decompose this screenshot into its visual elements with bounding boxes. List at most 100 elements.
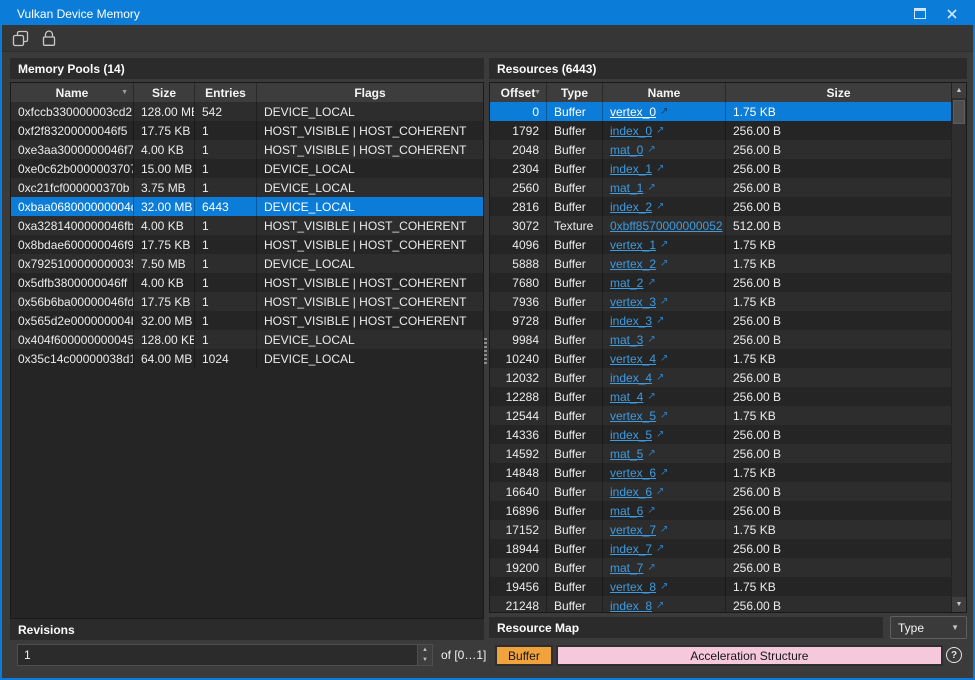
resource-link[interactable]: index_2	[610, 200, 652, 214]
scrollbar-track[interactable]	[952, 98, 966, 597]
resource-link[interactable]: index_3	[610, 314, 652, 328]
table-row[interactable]: 4096Buffervertex_1↗1.75 KB	[490, 235, 951, 254]
table-row[interactable]: 12544Buffervertex_5↗1.75 KB	[490, 406, 951, 425]
table-row[interactable]: 9984Buffermat_3↗256.00 B	[490, 330, 951, 349]
table-row[interactable]: 12032Bufferindex_4↗256.00 B	[490, 368, 951, 387]
table-row[interactable]: 2560Buffermat_1↗256.00 B	[490, 178, 951, 197]
table-row[interactable]: 17152Buffervertex_7↗1.75 KB	[490, 520, 951, 539]
memory-pools-header: Memory Pools (14)	[10, 58, 484, 79]
resource-link[interactable]: vertex_8	[610, 580, 656, 594]
table-row[interactable]: 7680Buffermat_2↗256.00 B	[490, 273, 951, 292]
help-icon[interactable]: ?	[946, 647, 962, 663]
table-row[interactable]: 14848Buffervertex_6↗1.75 KB	[490, 463, 951, 482]
resource-link[interactable]: index_0	[610, 124, 652, 138]
resource-link[interactable]: vertex_3	[610, 295, 656, 309]
table-row[interactable]: 0x8bdae600000046f917.75 KB1HOST_VISIBLE …	[11, 235, 483, 254]
table-row[interactable]: 9728Bufferindex_3↗256.00 B	[490, 311, 951, 330]
resource-link[interactable]: index_5	[610, 428, 652, 442]
resource-link[interactable]: index_7	[610, 542, 652, 556]
column-header-size[interactable]: Size	[134, 83, 195, 102]
table-row[interactable]: 14592Buffermat_5↗256.00 B	[490, 444, 951, 463]
table-row[interactable]: 12288Buffermat_4↗256.00 B	[490, 387, 951, 406]
spinner-down-icon[interactable]: ▼	[418, 655, 432, 665]
resource-link[interactable]: vertex_6	[610, 466, 656, 480]
resource-link[interactable]: index_6	[610, 485, 652, 499]
column-header-resource-name[interactable]: Name	[603, 83, 726, 102]
lock-icon[interactable]	[40, 29, 58, 47]
resource-link[interactable]: mat_5	[610, 447, 643, 461]
segment-buffer[interactable]: Buffer	[495, 645, 553, 666]
table-row[interactable]: 0x565d2e000000004b32.00 MB1HOST_VISIBLE …	[11, 311, 483, 330]
resource-link[interactable]: mat_4	[610, 390, 643, 404]
resource-link[interactable]: vertex_7	[610, 523, 656, 537]
resources-header: Resources (6443)	[489, 58, 967, 79]
panel-splitter[interactable]	[482, 82, 489, 619]
table-row[interactable]: 2304Bufferindex_1↗256.00 B	[490, 159, 951, 178]
resource-link[interactable]: mat_7	[610, 561, 643, 575]
type-dropdown[interactable]: Type ▼	[890, 616, 967, 639]
resource-link[interactable]: index_8	[610, 599, 652, 613]
column-header-resource-size[interactable]: Size	[726, 83, 951, 102]
table-row[interactable]: 2048Buffermat_0↗256.00 B	[490, 140, 951, 159]
titlebar[interactable]: Vulkan Device Memory	[2, 2, 973, 25]
table-row[interactable]: 2816Bufferindex_2↗256.00 B	[490, 197, 951, 216]
resource-link[interactable]: vertex_4	[610, 352, 656, 366]
table-row[interactable]: 1792Bufferindex_0↗256.00 B	[490, 121, 951, 140]
table-row[interactable]: 21248Bufferindex_8↗256.00 B	[490, 596, 951, 612]
scroll-up-icon[interactable]: ▲	[952, 83, 966, 98]
resource-link[interactable]: vertex_2	[610, 257, 656, 271]
table-row[interactable]: 0xf2f83200000046f517.75 KB1HOST_VISIBLE …	[11, 121, 483, 140]
resource-link[interactable]: index_1	[610, 162, 652, 176]
table-row[interactable]: 5888Buffervertex_2↗1.75 KB	[490, 254, 951, 273]
revisions-header: Revisions	[10, 619, 484, 640]
table-row[interactable]: 0x56b6ba00000046fd17.75 KB1HOST_VISIBLE …	[11, 292, 483, 311]
table-row[interactable]: 0x404f600000000045128.00 KB1DEVICE_LOCAL	[11, 330, 483, 349]
spinner-up-icon[interactable]: ▲	[418, 645, 432, 655]
resource-link[interactable]: 0xbff8570000000052	[610, 219, 723, 233]
table-row[interactable]: 0x35c14c00000038d164.00 MB1024DEVICE_LOC…	[11, 349, 483, 368]
table-row[interactable]: 0xe0c62b000000370715.00 MB1DEVICE_LOCAL	[11, 159, 483, 178]
table-row[interactable]: 16640Bufferindex_6↗256.00 B	[490, 482, 951, 501]
table-row[interactable]: 18944Bufferindex_7↗256.00 B	[490, 539, 951, 558]
resource-link[interactable]: vertex_1	[610, 238, 656, 252]
table-row[interactable]: 14336Bufferindex_5↗256.00 B	[490, 425, 951, 444]
table-row[interactable]: 0xc21fcf000000370b3.75 MB1DEVICE_LOCAL	[11, 178, 483, 197]
column-header-entries[interactable]: Entries	[195, 83, 257, 102]
scroll-down-icon[interactable]: ▼	[952, 597, 966, 612]
float-window-icon[interactable]	[913, 7, 927, 21]
resource-link[interactable]: mat_3	[610, 333, 643, 347]
resource-link[interactable]: mat_2	[610, 276, 643, 290]
resource-link[interactable]: vertex_0	[610, 105, 656, 119]
resource-link[interactable]: mat_6	[610, 504, 643, 518]
revision-value[interactable]: 1	[18, 648, 417, 662]
table-row[interactable]: 0xbaa068000000004d32.00 MB6443DEVICE_LOC…	[11, 197, 483, 216]
column-header-offset[interactable]: Offset▼	[490, 83, 547, 102]
revisions-title: Revisions	[18, 623, 75, 637]
table-row[interactable]: 16896Buffermat_6↗256.00 B	[490, 501, 951, 520]
goto-resource-arrow-icon: ↗	[660, 258, 668, 269]
table-row[interactable]: 7936Buffervertex_3↗1.75 KB	[490, 292, 951, 311]
close-icon[interactable]	[945, 7, 959, 21]
column-header-flags[interactable]: Flags	[257, 83, 483, 102]
table-row[interactable]: 0x79251000000000357.50 MB1DEVICE_LOCAL	[11, 254, 483, 273]
resource-link[interactable]: index_4	[610, 371, 652, 385]
table-row[interactable]: 0xe3aa3000000046f74.00 KB1HOST_VISIBLE |…	[11, 140, 483, 159]
table-row[interactable]: 0x5dfb3800000046ff4.00 KB1HOST_VISIBLE |…	[11, 273, 483, 292]
column-header-type[interactable]: Type	[547, 83, 603, 102]
segment-acceleration-structure[interactable]: Acceleration Structure	[556, 645, 943, 666]
resource-link[interactable]: mat_0	[610, 143, 643, 157]
revision-spinner[interactable]: 1 ▲ ▼	[17, 644, 433, 666]
table-row[interactable]: 10240Buffervertex_4↗1.75 KB	[490, 349, 951, 368]
table-row[interactable]: 0Buffervertex_0↗1.75 KB	[490, 102, 951, 121]
table-row[interactable]: 0xa3281400000046fb4.00 KB1HOST_VISIBLE |…	[11, 216, 483, 235]
vertical-scrollbar[interactable]: ▲ ▼	[951, 83, 966, 612]
column-header-name[interactable]: Name▼	[11, 83, 134, 102]
resource-link[interactable]: vertex_5	[610, 409, 656, 423]
extract-view-icon[interactable]	[11, 29, 29, 47]
scrollbar-thumb[interactable]	[953, 100, 965, 124]
table-row[interactable]: 0xfccb330000003cd2128.00 MB542DEVICE_LOC…	[11, 102, 483, 121]
table-row[interactable]: 19456Buffervertex_8↗1.75 KB	[490, 577, 951, 596]
table-row[interactable]: 19200Buffermat_7↗256.00 B	[490, 558, 951, 577]
table-row[interactable]: 3072Texture0xbff8570000000052↗512.00 B	[490, 216, 951, 235]
resource-link[interactable]: mat_1	[610, 181, 643, 195]
